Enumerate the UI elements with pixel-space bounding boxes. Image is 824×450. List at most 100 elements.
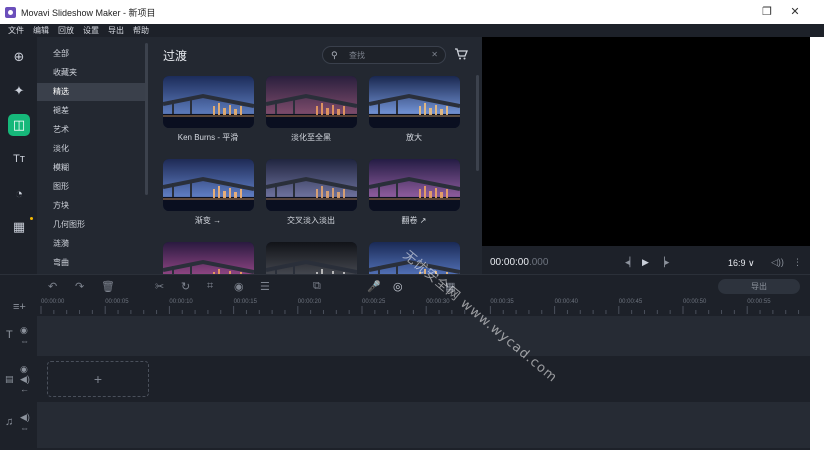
aspect-ratio-select[interactable]: 16:9 ∨ (728, 258, 755, 269)
webcam-icon[interactable]: ◎ (393, 280, 403, 293)
delete-icon[interactable]: 🗑 (101, 280, 115, 293)
more-tools-glyph: ▦ (12, 219, 26, 234)
category-item[interactable]: 全部 (37, 45, 145, 63)
ruler-label: 00:00:10 (169, 299, 193, 305)
link-icon[interactable]: ← (20, 384, 29, 394)
title-bar: Movavi Slideshow Maker - 新项目 ❐ ✕ (0, 0, 824, 24)
video-preview (482, 37, 810, 246)
magic-wand-icon[interactable]: ✦ (8, 80, 30, 102)
menu-edit[interactable]: 编辑 (33, 25, 49, 36)
category-item[interactable]: 艺术 (37, 121, 145, 139)
transitions-gallery: 过渡 ⚲ ✕ Ken Burns - 平滑 淡化至全黑 放大渐变 → 交叉淡入淡出 翻卷… (148, 37, 482, 274)
volume-icon[interactable]: ◁)) (771, 257, 784, 268)
search-box: ⚲ ✕ (322, 46, 446, 64)
next-frame-icon[interactable]: ▕▸ (658, 257, 669, 268)
transitions-icon[interactable]: ◫ (8, 114, 30, 136)
video-track[interactable] (37, 358, 810, 400)
transition-label: 交叉淡入淡出 (287, 216, 335, 225)
category-item[interactable]: 方块 (37, 197, 145, 215)
undo-icon[interactable]: ↶ (48, 280, 57, 293)
redo-icon[interactable]: ↷ (75, 280, 84, 293)
transition-label: 渐变 → (194, 216, 222, 225)
timecode-ms: .000 (528, 257, 549, 268)
timecode-display: 00:00:00.000 (490, 257, 548, 268)
player-controls: 00:00:00.000 ◂▏ ▶ ▕▸ 16:9 ∨ ◁)) ⋮ (482, 246, 810, 274)
import-files-icon[interactable]: ⊕ (8, 46, 30, 68)
music-track-icon: ♫ (5, 416, 14, 428)
timeline-toolbar: ↶ ↷ 🗑 ✂ ↻ ⌗ ◉ ☰ ⧉ 🎤 ◎ ▦ 导出 (0, 274, 810, 296)
add-media-slot[interactable]: + (47, 361, 149, 397)
new-badge-dot (30, 217, 33, 220)
export-button[interactable]: 导出 (718, 279, 800, 294)
category-item-selected[interactable]: 精选 (37, 83, 145, 101)
play-icon[interactable]: ▶ (642, 257, 649, 268)
window-edge (810, 37, 824, 450)
menu-bar: 文件 编辑 回放 设置 导出 帮助 (0, 24, 824, 37)
stickers-icon[interactable]: ◔ (8, 182, 30, 204)
title-track[interactable] (37, 316, 810, 356)
ruler-label: 00:00:15 (233, 299, 257, 305)
category-item[interactable]: 模糊 (37, 159, 145, 177)
link-icon[interactable]: ⇔ (20, 336, 29, 346)
app-logo-icon (5, 6, 16, 18)
audio-track[interactable] (37, 402, 810, 448)
transition-wizard-icon[interactable]: ⧉ (313, 280, 321, 293)
transition-label: Ken Burns - 平滑 (177, 133, 239, 142)
clip-properties-icon[interactable]: ◉ (234, 280, 244, 293)
ruler-label: 00:00:05 (105, 299, 129, 305)
category-item[interactable]: 褪差 (37, 102, 145, 120)
transition-thumbnail[interactable] (266, 159, 357, 211)
mute-icon[interactable]: ◀) (20, 412, 30, 423)
crop-icon[interactable]: ⌗ (207, 280, 213, 293)
more-options-icon[interactable]: ⋮ (793, 257, 802, 268)
search-input[interactable] (349, 49, 429, 62)
timecode-main: 00:00:00 (490, 257, 529, 268)
transition-thumbnail[interactable] (266, 242, 357, 274)
category-item[interactable]: 弯曲 (37, 254, 145, 272)
close-window-icon[interactable]: ✕ (787, 5, 803, 18)
title-track-icon: T (6, 329, 13, 341)
cut-icon[interactable]: ✂ (155, 280, 164, 293)
transition-thumbnail[interactable] (266, 76, 357, 128)
rotate-icon[interactable]: ↻ (181, 280, 190, 293)
ruler-label: 00:00:40 (554, 299, 578, 305)
transition-label: 放大 (406, 133, 422, 142)
ruler-label: 00:00:20 (297, 299, 322, 305)
more-tools-icon[interactable]: ▦ (8, 216, 33, 238)
store-cart-icon[interactable] (454, 48, 468, 60)
category-item[interactable]: 几何图形 (37, 216, 145, 234)
transition-thumbnail[interactable] (163, 159, 254, 211)
adjust-icon[interactable]: ☰ (260, 280, 270, 293)
transition-thumbnail[interactable] (369, 159, 460, 211)
menu-file[interactable]: 文件 (8, 25, 24, 36)
link-icon[interactable]: ⇔ (20, 423, 29, 433)
titles-icon[interactable]: Tт (8, 148, 30, 170)
timeline-ruler[interactable]: 00:00:00 00:00:05 00:00:10 00:00:15 00:00:20… (37, 296, 810, 316)
category-item[interactable]: 淡化 (37, 140, 145, 158)
category-item[interactable]: 收藏夹 (37, 64, 145, 82)
search-icon[interactable]: ⚲ (331, 50, 338, 61)
record-audio-icon[interactable]: 🎤 (367, 280, 381, 293)
menu-help[interactable]: 帮助 (133, 25, 149, 36)
restore-window-icon[interactable]: ❐ (759, 5, 775, 18)
menu-playback[interactable]: 回放 (58, 25, 74, 36)
video-track-icon: ▤ (5, 374, 14, 384)
category-item[interactable]: 图形 (37, 178, 145, 196)
menu-settings[interactable]: 设置 (83, 25, 99, 36)
gallery-title: 过渡 (163, 49, 188, 63)
visibility-icon[interactable]: ◉ (20, 325, 28, 336)
transition-thumbnail[interactable] (369, 76, 460, 128)
ruler-label: 00:00:25 (362, 299, 386, 305)
add-track-icon[interactable]: ≡+ (13, 301, 26, 313)
menu-export[interactable]: 导出 (108, 25, 124, 36)
transition-thumbnail[interactable] (163, 76, 254, 128)
track-headers: ≡+ T ◉ ⇔ ◉ ▤ ◀) ← ♫ ◀) ⇔ (0, 296, 37, 450)
transition-thumbnail[interactable] (163, 242, 254, 274)
gallery-scrollbar[interactable] (476, 75, 479, 171)
ruler-label: 00:00:00 (41, 299, 65, 305)
clear-search-icon[interactable]: ✕ (431, 50, 438, 59)
transition-label: 翻卷 ↗ (401, 216, 427, 225)
category-item[interactable]: 涟漪 (37, 235, 145, 253)
previous-frame-icon[interactable]: ◂▏ (625, 257, 636, 268)
app-window: Movavi Slideshow Maker - 新项目 ❐ ✕ 文件 编辑 回… (0, 0, 824, 450)
